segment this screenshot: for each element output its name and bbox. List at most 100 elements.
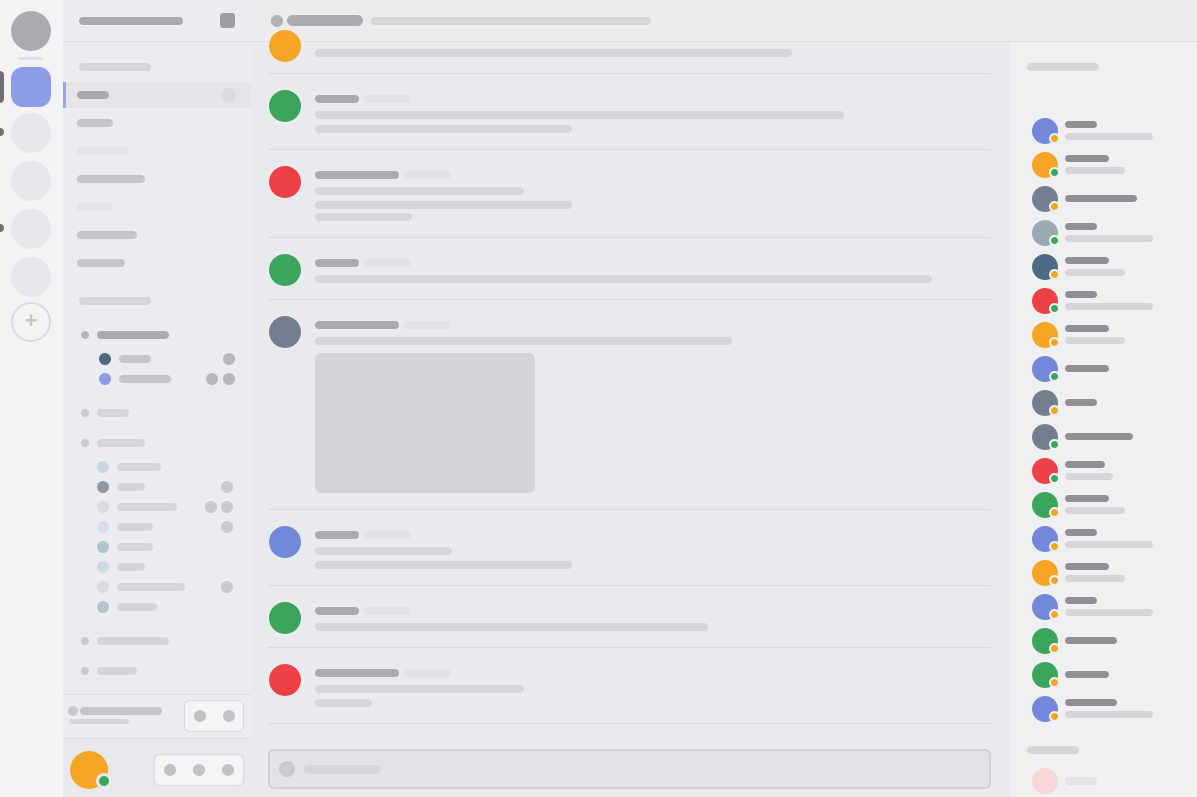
message-timestamp	[363, 95, 411, 103]
channel-item[interactable]	[77, 259, 125, 267]
member-status-icon	[1049, 473, 1060, 484]
server-menu-icon[interactable]	[220, 13, 235, 28]
member-name[interactable]	[1065, 699, 1117, 706]
voice-channel-item[interactable]	[97, 409, 129, 417]
message-avatar[interactable]	[269, 90, 301, 122]
channel-hash-icon	[271, 15, 283, 27]
server-header[interactable]	[63, 0, 251, 42]
voice-status-label	[80, 707, 162, 715]
voice-channel-item[interactable]	[97, 439, 145, 447]
message-author[interactable]	[315, 321, 399, 329]
channel-item[interactable]	[77, 231, 137, 239]
server-button[interactable]	[11, 257, 51, 297]
member-name[interactable]	[1065, 433, 1133, 440]
member-name[interactable]	[1065, 121, 1097, 128]
server-button[interactable]	[11, 113, 51, 153]
server-button[interactable]	[11, 161, 51, 201]
member-name[interactable]	[1065, 529, 1097, 536]
message-author[interactable]	[315, 607, 359, 615]
member-name[interactable]	[1065, 495, 1109, 502]
member-name[interactable]	[1065, 257, 1109, 264]
message-avatar[interactable]	[269, 316, 301, 348]
voice-user-avatar	[97, 501, 109, 513]
message-author[interactable]	[315, 171, 399, 179]
message-author[interactable]	[315, 531, 359, 539]
member-name[interactable]	[1065, 223, 1097, 230]
message-author[interactable]	[315, 259, 359, 267]
server-rail: +	[0, 0, 63, 797]
voice-channel-item[interactable]	[97, 667, 137, 675]
voice-user-name[interactable]	[119, 375, 171, 383]
home-server-button[interactable]	[11, 11, 51, 51]
message-divider	[268, 149, 991, 150]
channel-header	[251, 0, 1197, 42]
channel-item[interactable]	[77, 203, 113, 211]
voice-channel-item[interactable]	[97, 637, 169, 645]
add-server-button[interactable]: +	[11, 302, 51, 342]
member-name[interactable]	[1065, 195, 1137, 202]
voice-channel-item[interactable]	[97, 331, 169, 339]
attach-icon[interactable]	[279, 761, 295, 777]
message-timestamp	[403, 171, 451, 179]
disconnect-button[interactable]	[214, 701, 243, 731]
message-author[interactable]	[315, 95, 359, 103]
member-name[interactable]	[1065, 597, 1097, 604]
voice-user-name[interactable]	[117, 563, 145, 571]
member-name[interactable]	[1065, 291, 1097, 298]
message-avatar[interactable]	[269, 526, 301, 558]
message-avatar[interactable]	[269, 166, 301, 198]
member-name[interactable]	[1065, 637, 1117, 644]
channel-item[interactable]	[77, 175, 145, 183]
server-button[interactable]	[11, 209, 51, 249]
member-name[interactable]	[1065, 461, 1105, 468]
member-name[interactable]	[1065, 563, 1109, 570]
member-name[interactable]	[1065, 777, 1097, 785]
voice-user-name[interactable]	[117, 523, 153, 531]
voice-user-name[interactable]	[117, 583, 185, 591]
member-name[interactable]	[1065, 365, 1109, 372]
message-avatar[interactable]	[269, 30, 301, 62]
voice-user-name[interactable]	[117, 463, 161, 471]
message-composer[interactable]	[268, 749, 991, 789]
settings-button[interactable]	[214, 755, 243, 785]
member-name[interactable]	[1065, 399, 1097, 406]
category-header[interactable]	[79, 297, 151, 305]
voice-user-name[interactable]	[119, 355, 151, 363]
channel-item[interactable]	[77, 119, 113, 127]
voice-user-name[interactable]	[117, 483, 145, 491]
member-status-icon	[1049, 167, 1060, 178]
message-text	[315, 685, 524, 693]
member-name[interactable]	[1065, 155, 1109, 162]
message-author[interactable]	[315, 669, 399, 677]
voice-channel-icon	[81, 637, 89, 645]
message-avatar[interactable]	[269, 602, 301, 634]
message-image-attachment[interactable]	[315, 353, 535, 493]
channel-sidebar	[63, 0, 251, 797]
voice-user-name[interactable]	[117, 543, 153, 551]
voice-user-name[interactable]	[117, 603, 157, 611]
member-name[interactable]	[1065, 671, 1109, 678]
voice-user-name[interactable]	[117, 503, 177, 511]
mute-button[interactable]	[155, 755, 184, 785]
member-list	[1010, 42, 1197, 797]
message-text	[315, 187, 524, 195]
screen-share-button[interactable]	[185, 701, 214, 731]
member-status-icon	[1049, 269, 1060, 280]
active-server-button[interactable]	[11, 67, 51, 107]
member-name[interactable]	[1065, 325, 1109, 332]
channel-badge-icon	[222, 88, 236, 102]
message-avatar[interactable]	[269, 254, 301, 286]
channel-item[interactable]	[77, 147, 129, 155]
mute-icon	[221, 521, 233, 533]
member-status-icon	[1049, 609, 1060, 620]
message-timestamp	[403, 669, 451, 677]
microphone-icon	[163, 764, 176, 776]
deafen-button[interactable]	[184, 755, 213, 785]
member-status-icon	[1049, 439, 1060, 450]
member-status-icon	[1049, 507, 1060, 518]
category-header[interactable]	[79, 63, 151, 71]
message-timestamp	[363, 607, 411, 615]
message-avatar[interactable]	[269, 664, 301, 696]
message-input-placeholder[interactable]	[304, 765, 380, 774]
member-avatar[interactable]	[1032, 768, 1058, 794]
